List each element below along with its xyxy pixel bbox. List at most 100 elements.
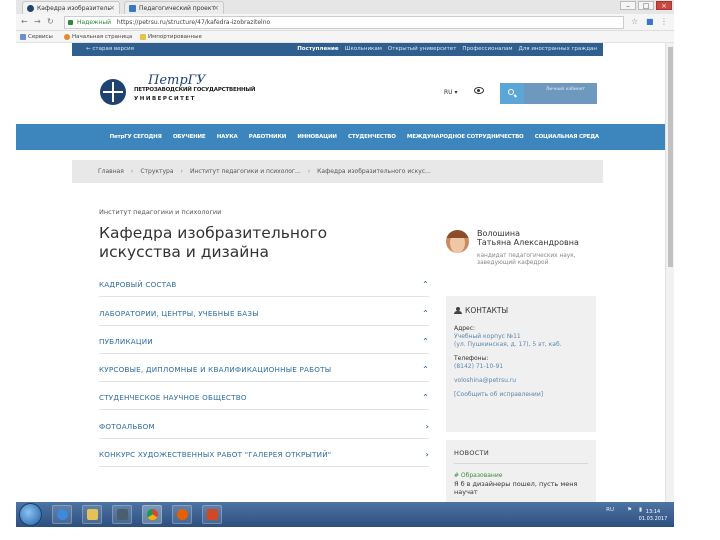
breadcrumb-home[interactable]: Главная — [98, 168, 124, 175]
powerpoint-icon — [207, 509, 218, 520]
section-staff[interactable]: КАДРОВЫЙ СОСТАВ ⌃ — [99, 273, 429, 297]
nav-item-education[interactable]: ОБУЧЕНИЕ — [167, 124, 211, 150]
window-controls: – □ × — [620, 1, 672, 11]
nav-item-innovations[interactable]: ИННОВАЦИИ — [292, 124, 343, 150]
avatar — [446, 230, 469, 253]
person-role: кандидат педагогических наук, заведующий… — [477, 253, 576, 266]
news-heading: НОВОСТИ — [454, 449, 588, 464]
personal-account-button[interactable]: Личный кабинет — [524, 83, 597, 104]
screen: Кафедра изобразитель × Педагогический пр… — [16, 0, 674, 527]
site-header: ПетрГУ ПЕТРОЗАВОДСКИЙ ГОСУДАРСТВЕННЫЙ УН… — [72, 56, 603, 124]
url-text: https://petrsu.ru/structure/47/kafedra-i… — [116, 19, 271, 26]
institute-link[interactable]: Институт педагогики и психологии — [99, 208, 221, 216]
nav-item-today[interactable]: ПетрГУ СЕГОДНЯ — [104, 124, 167, 150]
logo-name-line1: ПЕТРОЗАВОДСКИЙ ГОСУДАРСТВЕННЫЙ — [134, 87, 256, 93]
phone-label: Телефоны: — [454, 355, 489, 362]
breadcrumb-current: Кафедра изобразительного искус... — [317, 168, 431, 175]
tab-bar: Кафедра изобразитель × Педагогический пр… — [16, 0, 674, 14]
tab-kafedra[interactable]: Кафедра изобразитель × — [22, 1, 120, 14]
close-icon[interactable]: × — [109, 2, 115, 14]
star-icon[interactable]: ☆ — [631, 17, 638, 26]
tab-project[interactable]: Педагогический проект × — [124, 1, 224, 14]
old-version-link[interactable]: ← старая версия — [86, 43, 134, 56]
bookmark-home[interactable]: Начальная страница — [64, 31, 132, 43]
report-correction-link[interactable]: [Сообщить об исправлении] — [454, 391, 588, 399]
taskbar-media[interactable] — [112, 505, 132, 524]
scrollbar[interactable] — [665, 43, 674, 502]
taskbar-chrome[interactable] — [142, 505, 162, 524]
folder-icon — [87, 509, 98, 520]
back-arrow-icon[interactable]: ← — [21, 17, 28, 26]
start-button[interactable] — [19, 503, 42, 526]
taskbar-firefox[interactable] — [172, 505, 192, 524]
bookmark-services[interactable]: Сервисы — [20, 31, 53, 43]
person-name[interactable]: Волошина Татьяна Александровна — [477, 229, 579, 247]
minimize-button[interactable]: – — [620, 1, 636, 10]
section-student-society[interactable]: СТУДЕНЧЕСКОЕ НАУЧНОЕ ОБЩЕСТВО ⌃ — [99, 386, 429, 410]
news-item-title[interactable]: Я б в дизайнеры пошел, пусть меня научат — [454, 480, 588, 496]
section-photo-album[interactable]: ФОТОАЛЬБОМ › — [99, 415, 429, 439]
chevron-up-icon: ⌃ — [422, 393, 429, 402]
secure-label: Надежный — [77, 19, 111, 26]
contacts-heading: КОНТАКТЫ — [454, 306, 588, 315]
language-select[interactable]: RU ▾ — [444, 89, 457, 96]
university-logo-icon[interactable] — [100, 79, 126, 105]
nav-item-staff[interactable]: РАБОТНИКИ — [243, 124, 292, 150]
person-given-name: Татьяна Александровна — [477, 238, 579, 247]
eye-icon[interactable] — [474, 87, 484, 94]
close-window-button[interactable]: × — [656, 1, 672, 10]
top-link-professionals[interactable]: Профессионалам — [462, 43, 512, 56]
nav-item-science[interactable]: НАУКА — [211, 124, 243, 150]
taskbar-ie[interactable] — [52, 505, 72, 524]
search-button[interactable] — [500, 83, 524, 104]
news-category-tag[interactable]: # Образование — [454, 472, 588, 480]
address-line2: (ул. Пушкинская, д. 17), 5 эт, каб. — [454, 341, 562, 348]
language-indicator[interactable]: RU — [606, 507, 614, 513]
url-input[interactable]: Надежный https://petrsu.ru/structure/47/… — [64, 16, 624, 29]
section-contest[interactable]: КОНКУРС ХУДОЖЕСТВЕННЫХ РАБОТ "ГАЛЕРЕЯ ОТ… — [99, 443, 429, 467]
section-label: КУРСОВЫЕ, ДИПЛОМНЫЕ И КВАЛИФИКАЦИОННЫЕ Р… — [99, 365, 332, 374]
lock-icon — [68, 20, 73, 25]
clock[interactable]: 13:14 01.03.2017 — [634, 507, 674, 523]
document-icon — [129, 5, 136, 12]
top-link-open-university[interactable]: Открытый университет — [388, 43, 457, 56]
section-label: КАДРОВЫЙ СОСТАВ — [99, 280, 177, 289]
top-link-foreigners[interactable]: Для иностранных граждан — [518, 43, 597, 56]
top-link-admission[interactable]: Поступление — [297, 43, 338, 56]
nav-item-international[interactable]: МЕЖДУНАРОДНОЕ СОТРУДНИЧЕСТВО — [401, 124, 529, 150]
menu-icon[interactable]: ⋮ — [660, 17, 668, 26]
section-publications[interactable]: ПУБЛИКАЦИИ ⌃ — [99, 330, 429, 354]
forward-arrow-icon[interactable]: → — [34, 17, 41, 26]
bookmark-imported[interactable]: Импортированные — [140, 31, 202, 43]
address-bar: ← → ↻ Надежный https://petrsu.ru/structu… — [16, 14, 674, 31]
chrome-icon — [147, 509, 158, 520]
breadcrumb-structure[interactable]: Структура — [140, 168, 173, 175]
people-icon — [454, 307, 462, 314]
section-theses[interactable]: КУРСОВЫЕ, ДИПЛОМНЫЕ И КВАЛИФИКАЦИОННЫЕ Р… — [99, 358, 429, 382]
taskbar-explorer[interactable] — [82, 505, 102, 524]
main-navigation: ПетрГУ СЕГОДНЯ ОБУЧЕНИЕ НАУКА РАБОТНИКИ … — [16, 124, 674, 150]
nav-item-students[interactable]: СТУДЕНЧЕСТВО — [342, 124, 401, 150]
tab-label: Педагогический проект — [139, 5, 215, 12]
phone-value: (8142) 71-10-91 — [454, 363, 504, 370]
maximize-button[interactable]: □ — [638, 1, 654, 10]
close-icon[interactable]: × — [213, 2, 219, 14]
taskbar-powerpoint[interactable] — [202, 505, 222, 524]
flag-icon[interactable]: ⚑ — [627, 507, 632, 513]
breadcrumb-separator: › — [180, 168, 183, 175]
chevron-up-icon: ⌃ — [422, 280, 429, 289]
email-link[interactable]: voloshina@petrsu.ru — [454, 377, 588, 385]
scrollbar-thumb[interactable] — [668, 47, 673, 267]
reload-icon[interactable]: ↻ — [47, 17, 54, 26]
breadcrumb: Главная › Структура › Институт педагогики и … — [72, 160, 603, 183]
chevron-up-icon: ⌃ — [422, 309, 429, 318]
extension-icon[interactable]: ■ — [646, 17, 654, 26]
breadcrumb-institute[interactable]: Институт педагогики и психолог... — [190, 168, 301, 175]
logo-script[interactable]: ПетрГУ — [148, 73, 206, 88]
taskbar: RU ⚑ ▮ 13:14 01.03.2017 — [16, 502, 674, 527]
nav-item-social[interactable]: СОЦИАЛЬНАЯ СРЕДА — [529, 124, 604, 150]
section-labs[interactable]: ЛАБОРАТОРИИ, ЦЕНТРЫ, УЧЕБНЫЕ БАЗЫ ⌃ — [99, 302, 429, 326]
firefox-icon — [177, 509, 188, 520]
top-link-schoolkids[interactable]: Школьникам — [345, 43, 382, 56]
site-favicon-icon — [27, 5, 34, 12]
